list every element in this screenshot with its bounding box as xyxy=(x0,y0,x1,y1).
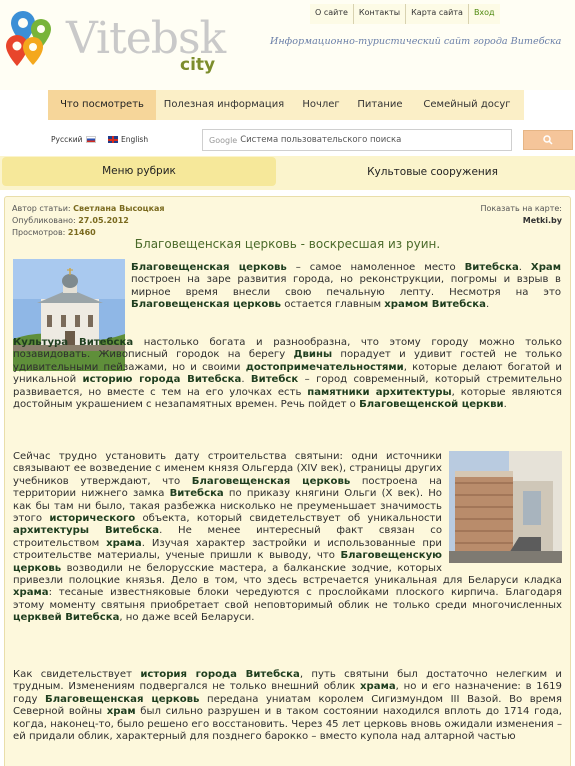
lang-ru[interactable]: Русский xyxy=(51,135,96,144)
article-paragraph-3a: Сейчас трудно установить дату строительс… xyxy=(13,451,562,624)
russia-flag-icon xyxy=(85,136,96,143)
author-label: Автор статьи: xyxy=(12,204,71,213)
main-nav-strip: Что посмотреть Полезная информация Ночле… xyxy=(48,90,524,120)
map-link-label: Показать на карте: xyxy=(480,204,562,213)
top-menu-contacts[interactable]: Контакты xyxy=(353,4,407,24)
nav-item-what-to-see[interactable]: Что посмотреть xyxy=(48,90,156,120)
uk-flag-icon xyxy=(108,136,118,143)
main-nav: Что посмотреть Полезная информация Ночле… xyxy=(0,90,575,122)
rubric-bar: Меню рубрик Культовые сооружения xyxy=(0,156,575,190)
top-menu-sitemap[interactable]: Карта сайта xyxy=(406,4,469,24)
rubric-menu-button[interactable]: Меню рубрик xyxy=(2,157,276,186)
logo-pins-icon xyxy=(6,11,51,66)
search-input[interactable]: Google Система пользовательского поиска xyxy=(202,129,512,151)
article-paragraph-2: Культура Витебска настолько богата и раз… xyxy=(13,337,563,411)
top-menu: О сайте Контакты Карта сайта Вход xyxy=(310,4,500,24)
views-count: 21460 xyxy=(67,228,96,237)
article-meta: Автор статьи: Светлана Высоцкая Опублико… xyxy=(12,203,165,239)
nav-item-lodging[interactable]: Ночлег xyxy=(292,90,350,120)
published-label: Опубликовано: xyxy=(12,216,76,225)
author-name[interactable]: Светлана Высоцкая xyxy=(73,204,164,213)
google-brand-label: Google xyxy=(209,135,238,145)
site-logo[interactable]: Vitebsk city xyxy=(3,3,243,83)
map-link: Показать на карте: Metki.by xyxy=(481,203,562,227)
site-tagline: Информационно-туристический сайт города … xyxy=(270,36,562,47)
lang-en-label: English xyxy=(121,135,149,144)
lang-en[interactable]: English xyxy=(108,135,148,144)
nav-item-food[interactable]: Питание xyxy=(350,90,410,120)
lang-ru-label: Русский xyxy=(51,135,83,144)
article-paragraph-4: Как свидетельствует история города Витеб… xyxy=(13,669,562,743)
top-menu-about[interactable]: О сайте xyxy=(310,4,354,24)
search-placeholder: Система пользовательского поиска xyxy=(240,135,402,145)
views-label: Просмотров: xyxy=(12,228,66,237)
search-icon xyxy=(543,135,553,145)
published-date: 27.05.2012 xyxy=(78,216,129,225)
site-header: Vitebsk city О сайте Контакты Карта сайт… xyxy=(0,0,575,90)
map-link-site[interactable]: Metki.by xyxy=(481,215,562,227)
search-button[interactable] xyxy=(523,130,573,150)
logo-city-label: city xyxy=(180,55,216,75)
article-paragraph-1: Благовещенская церковь – самое намоленно… xyxy=(131,262,561,311)
nav-item-family-leisure[interactable]: Семейный досуг xyxy=(410,90,524,120)
current-rubric-title: Культовые сооружения xyxy=(367,166,498,178)
article-title: Благовещенская церковь - воскресшая из р… xyxy=(134,237,441,251)
top-menu-login[interactable]: Вход xyxy=(468,4,500,24)
nav-item-useful-info[interactable]: Полезная информация xyxy=(156,90,292,120)
article: Автор статьи: Светлана Высоцкая Опублико… xyxy=(4,196,571,766)
